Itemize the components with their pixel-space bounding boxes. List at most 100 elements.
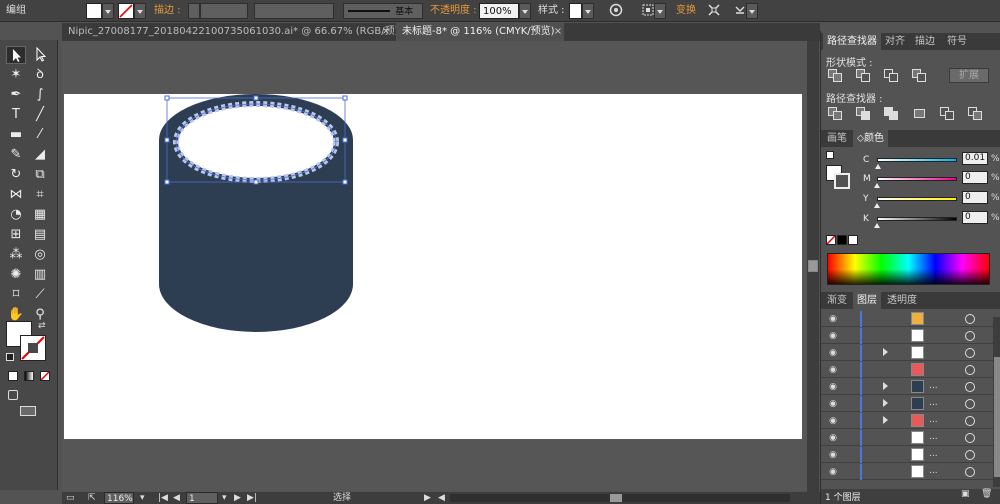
delete-layer-icon[interactable]: 🗑: [981, 489, 992, 499]
intersect-icon[interactable]: [884, 69, 900, 83]
last-artboard-icon[interactable]: ▶|: [247, 492, 257, 504]
previous-artboard-icon[interactable]: ◀: [173, 492, 180, 504]
line-tool-icon[interactable]: ╱: [30, 106, 50, 124]
width-tool-icon[interactable]: ⋈: [6, 186, 26, 204]
rotate-tool-icon[interactable]: ↻: [6, 166, 26, 184]
pen-tool-icon[interactable]: ✒: [6, 86, 26, 104]
artboard-number-field[interactable]: 1: [186, 492, 218, 504]
white-swatch[interactable]: [848, 235, 858, 245]
magic-wand-icon[interactable]: ✶: [6, 66, 26, 84]
isolate-icon[interactable]: [706, 3, 722, 19]
layer-row[interactable]: ◉...: [821, 379, 993, 395]
crop-icon[interactable]: [912, 107, 928, 121]
stroke-weight-label[interactable]: 描边 :: [154, 3, 181, 19]
layer-row[interactable]: ◉: [821, 362, 993, 378]
shape-builder-icon[interactable]: ◔: [6, 206, 26, 224]
exclude-icon[interactable]: [912, 69, 928, 83]
outline-icon[interactable]: [940, 107, 956, 121]
target-circle-icon[interactable]: [965, 467, 975, 477]
tab-color[interactable]: ⬦颜色: [853, 130, 888, 147]
eraser-icon[interactable]: ◢: [30, 146, 50, 164]
panel-stroke-box[interactable]: [834, 173, 850, 189]
none-mode-icon[interactable]: [40, 371, 50, 381]
expand-button[interactable]: 扩展: [949, 68, 989, 83]
expand-triangle-icon[interactable]: [883, 382, 888, 390]
layer-row[interactable]: ◉...: [821, 430, 993, 446]
minus-back-icon[interactable]: [968, 107, 984, 121]
eyedropper-icon[interactable]: ⁂: [6, 246, 26, 264]
visibility-eye-icon[interactable]: ◉: [828, 467, 838, 477]
gradient-tool-icon[interactable]: ▤: [30, 226, 50, 244]
style-dropdown[interactable]: [582, 3, 594, 19]
opacity-label[interactable]: 不透明度 :: [430, 3, 477, 19]
tab-nipic-document[interactable]: Nipic_27008177_20180422100735061030.ai* …: [62, 23, 409, 41]
first-artboard-icon[interactable]: |◀: [158, 492, 168, 504]
stroke-weight-field[interactable]: [200, 3, 248, 19]
merge-icon[interactable]: [884, 107, 900, 121]
cup-artwork[interactable]: [64, 94, 802, 439]
horizontal-scrollbar[interactable]: [450, 494, 790, 502]
tab-pathfinder[interactable]: 路径查找器: [823, 33, 881, 50]
black-swatch[interactable]: [837, 235, 847, 245]
type-tool-icon[interactable]: T: [6, 106, 26, 124]
visibility-eye-icon[interactable]: ◉: [828, 399, 838, 409]
stroke-dropdown[interactable]: [134, 3, 146, 19]
target-circle-icon[interactable]: [965, 348, 975, 358]
share-icon[interactable]: ⇱: [88, 492, 96, 504]
slider-knob[interactable]: [874, 164, 881, 169]
layers-scrollbar[interactable]: [993, 317, 1000, 487]
graphic-style-swatch[interactable]: [569, 3, 582, 19]
layer-row[interactable]: ◉: [821, 345, 993, 361]
close-tab-icon[interactable]: ×: [380, 23, 392, 41]
free-transform-icon[interactable]: ⌗: [30, 186, 50, 204]
selection-handle[interactable]: [342, 179, 348, 185]
expand-triangle-icon[interactable]: [883, 399, 888, 407]
expand-triangle-icon[interactable]: [883, 348, 888, 356]
opacity-dropdown[interactable]: [519, 3, 531, 19]
minus-front-icon[interactable]: [856, 69, 872, 83]
slider-knob[interactable]: [874, 223, 880, 228]
paintbrush-icon[interactable]: ⁄: [30, 126, 50, 144]
next-artboard-icon[interactable]: ▶: [234, 492, 241, 504]
lasso-icon[interactable]: ꝺ: [30, 66, 50, 84]
status-icon[interactable]: ▭: [66, 492, 75, 504]
stroke-swatch-none-icon[interactable]: [118, 3, 134, 19]
brush-profile-select[interactable]: 基本: [343, 3, 423, 19]
selection-handle[interactable]: [253, 95, 259, 101]
layer-row[interactable]: ◉...: [821, 413, 993, 429]
unite-icon[interactable]: [828, 69, 844, 83]
slider-knob[interactable]: [874, 203, 880, 208]
channel-slider[interactable]: [877, 217, 957, 221]
channel-value-field[interactable]: 0: [962, 171, 988, 184]
slice-tool-icon[interactable]: ⟋: [30, 286, 50, 304]
selection-handle[interactable]: [164, 95, 170, 101]
selection-handle[interactable]: [342, 137, 348, 143]
visibility-eye-icon[interactable]: ◉: [828, 365, 838, 375]
opacity-field[interactable]: 100%: [479, 3, 519, 19]
none-swatch[interactable]: [826, 235, 836, 245]
tab-gradient[interactable]: 渐变: [823, 292, 851, 309]
artboard[interactable]: [64, 94, 802, 439]
target-circle-icon[interactable]: [965, 433, 975, 443]
visibility-eye-icon[interactable]: ◉: [828, 331, 838, 341]
target-circle-icon[interactable]: [965, 450, 975, 460]
draw-mode-icon[interactable]: [8, 390, 18, 400]
visibility-eye-icon[interactable]: ◉: [828, 450, 838, 460]
expand-triangle-icon[interactable]: [883, 416, 888, 424]
visibility-eye-icon[interactable]: ◉: [828, 314, 838, 324]
visibility-eye-icon[interactable]: ◉: [828, 348, 838, 358]
selection-handle[interactable]: [164, 137, 170, 143]
target-circle-icon[interactable]: [965, 399, 975, 409]
channel-slider[interactable]: [877, 158, 957, 162]
status-menu-icon[interactable]: ▶: [424, 492, 431, 504]
channel-slider[interactable]: [877, 197, 957, 201]
scroll-left-icon[interactable]: ◀: [438, 492, 445, 504]
visibility-eye-icon[interactable]: ◉: [828, 382, 838, 392]
trim-icon[interactable]: [856, 107, 872, 121]
mesh-tool-icon[interactable]: ⊞: [6, 226, 26, 244]
scroll-thumb[interactable]: [610, 494, 622, 502]
layer-row[interactable]: ◉: [821, 311, 993, 327]
canvas-vertical-scrollbar[interactable]: [807, 41, 819, 493]
rectangle-tool-icon[interactable]: ▬: [6, 126, 26, 144]
layer-row[interactable]: ◉...: [821, 396, 993, 412]
